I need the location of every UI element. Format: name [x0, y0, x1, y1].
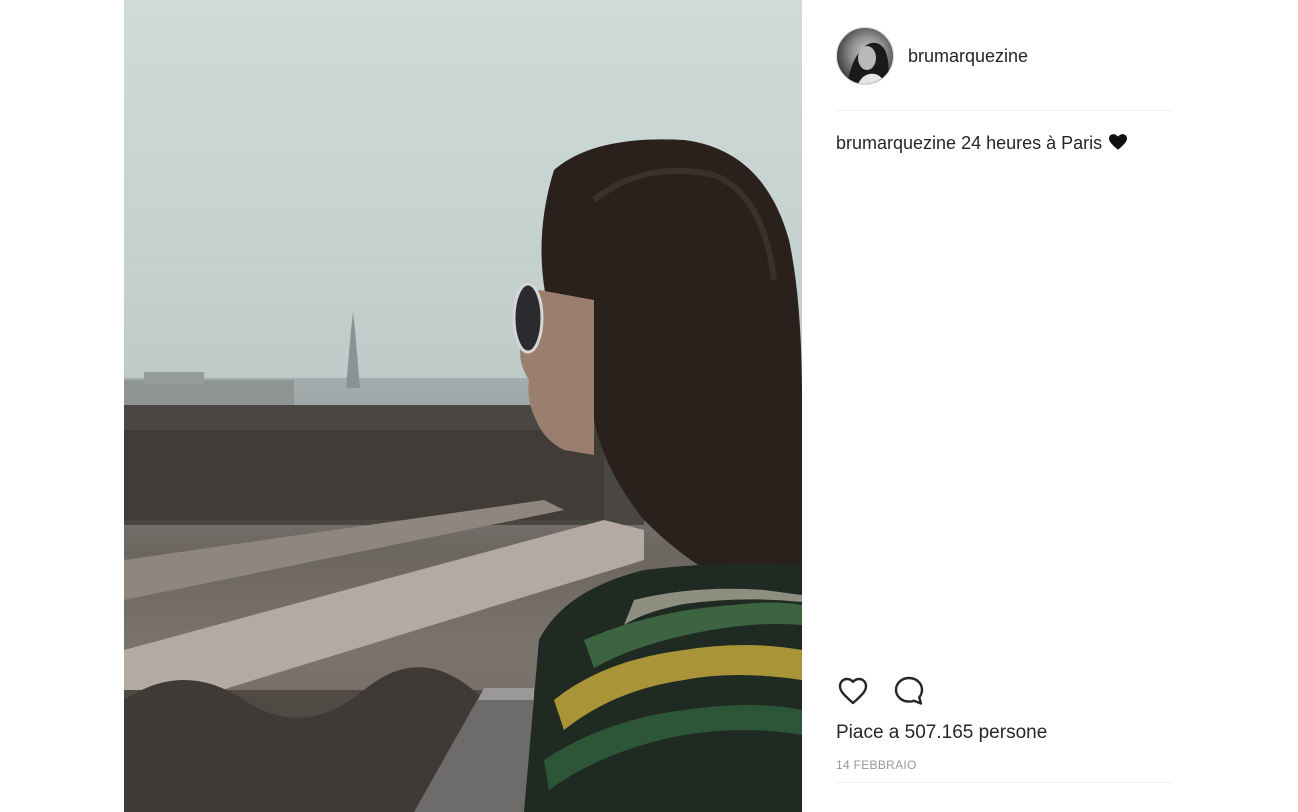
- post-date[interactable]: 14 FEBBRAIO: [836, 758, 917, 772]
- photo-illustration: [124, 139, 802, 812]
- like-button[interactable]: [836, 672, 874, 710]
- header-divider: [836, 110, 1173, 111]
- post-photo[interactable]: [124, 0, 802, 812]
- comment-bubble-icon: [894, 676, 924, 705]
- comment-button[interactable]: [892, 672, 930, 710]
- avatar-photo-icon: [847, 42, 889, 84]
- caption-text: 24 heures à Paris: [956, 133, 1108, 153]
- likes-count[interactable]: Piace a 507.165 persone: [836, 722, 1047, 744]
- avatar[interactable]: [836, 27, 894, 85]
- post-side-panel: brumarquezine brumarquezine 24 heures à …: [836, 0, 1173, 812]
- post-actions: [836, 672, 948, 710]
- caption-username[interactable]: brumarquezine: [836, 133, 956, 153]
- black-heart-icon: [1109, 132, 1128, 150]
- post-caption: brumarquezine 24 heures à Paris: [836, 131, 1173, 155]
- post-header: brumarquezine: [836, 26, 1173, 86]
- author-username[interactable]: brumarquezine: [908, 46, 1028, 67]
- heart-outline-icon: [838, 677, 868, 705]
- footer-divider: [836, 782, 1173, 783]
